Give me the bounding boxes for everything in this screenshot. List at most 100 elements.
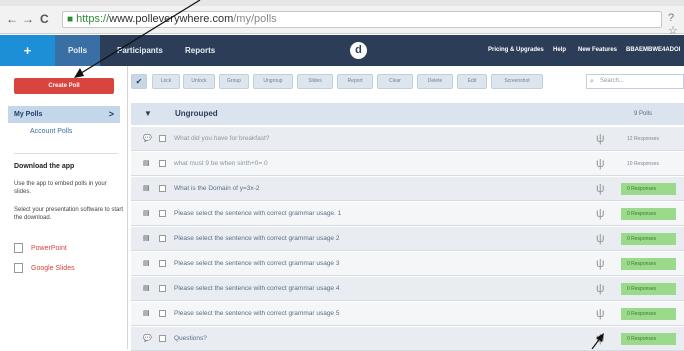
poll-row[interactable]: ▤ What is the Domain of y=3x-2 ψ 0 Response…: [131, 177, 684, 201]
delete-button[interactable]: Delete: [417, 74, 453, 89]
list-icon: ▤: [143, 160, 150, 167]
nav-tab-reports[interactable]: Reports: [185, 35, 215, 66]
nav-new-features-link[interactable]: New Features: [578, 35, 617, 66]
report-button[interactable]: Report: [337, 74, 373, 89]
forward-icon[interactable]: →: [22, 13, 34, 25]
lock-icon: ■: [67, 14, 74, 25]
nav-account-menu[interactable]: BBAEMBWE4ADOI: [626, 35, 680, 66]
row-checkbox[interactable]: [159, 135, 166, 142]
url-host: www.polleverywhere.com: [109, 13, 234, 25]
poll-title[interactable]: Please select the sentence with correct …: [174, 277, 339, 301]
group-header-ungrouped[interactable]: ▼ Ungrouped 9 Polls: [131, 103, 684, 125]
ungroup-button[interactable]: Ungroup: [253, 74, 293, 89]
poll-row[interactable]: 💬 What did you have for breakfast? ψ 12 Res…: [131, 127, 684, 151]
fork-icon[interactable]: ψ: [596, 181, 605, 195]
fork-icon[interactable]: ψ: [596, 281, 605, 295]
search-input[interactable]: ⌕ Search...: [586, 74, 684, 89]
logo-icon[interactable]: d: [350, 42, 367, 59]
fork-icon[interactable]: ψ: [596, 206, 605, 220]
reload-icon[interactable]: C: [40, 13, 49, 25]
row-checkbox[interactable]: [159, 160, 166, 167]
row-checkbox[interactable]: [159, 285, 166, 292]
google-slides-link[interactable]: Google Slides: [14, 263, 75, 273]
nav-tab-participants[interactable]: Participants: [117, 35, 163, 66]
nav-tab-polls[interactable]: Polls: [55, 35, 100, 66]
back-icon[interactable]: ←: [6, 13, 18, 25]
fork-icon[interactable]: ψ: [596, 306, 605, 320]
poll-title[interactable]: What did you have for breakfast?: [174, 127, 269, 151]
nav-help-link[interactable]: Help: [553, 35, 566, 66]
clear-button[interactable]: Clear: [377, 74, 413, 89]
nav-pricing-link[interactable]: Pricing & Upgrades: [488, 35, 544, 66]
download-description: Use the app to embed polls in your slide…: [14, 181, 107, 195]
browser-end-icons[interactable]: ? ☆: [668, 12, 684, 37]
google-slides-icon: [14, 263, 23, 273]
screenshot-button[interactable]: Screenshot: [491, 74, 543, 89]
poll-row[interactable]: ▤ Please select the sentence with correct…: [131, 202, 684, 226]
response-count-badge: 0 Responses: [621, 283, 676, 295]
response-count-badge: 0 Responses: [621, 183, 676, 195]
row-checkbox[interactable]: [159, 210, 166, 217]
fork-icon[interactable]: ψ: [596, 131, 605, 145]
group-button[interactable]: Group: [219, 74, 249, 89]
browser-tabstrip: [0, 0, 684, 6]
url-scheme: https://: [76, 13, 110, 25]
fork-icon[interactable]: ψ: [596, 156, 605, 170]
fork-icon[interactable]: ψ: [596, 331, 605, 345]
group-poll-count: 9 Polls: [634, 111, 653, 117]
list-icon: ▤: [143, 235, 150, 242]
address-bar[interactable]: ■ https://www.polleverywhere.com/my/poll…: [62, 11, 662, 28]
unlock-button[interactable]: Unlock: [183, 74, 215, 89]
list-icon: ▤: [143, 285, 150, 292]
poll-title[interactable]: Please select the sentence with correct …: [174, 227, 339, 251]
poll-title[interactable]: What is the Domain of y=3x-2: [174, 177, 259, 201]
speech-bubble-icon: 💬: [143, 335, 152, 342]
search-icon: ⌕: [590, 78, 594, 85]
lock-button[interactable]: Lock: [152, 74, 180, 89]
list-icon: ▤: [143, 260, 150, 267]
response-count-badge: 0 Responses: [621, 258, 676, 270]
list-icon: ▤: [143, 310, 150, 317]
row-checkbox[interactable]: [159, 335, 166, 342]
fork-icon[interactable]: ψ: [596, 231, 605, 245]
sidebar-item-my-polls[interactable]: My Polls >: [8, 106, 120, 123]
poll-row[interactable]: ▤ Please select the sentence with correct…: [131, 227, 684, 251]
browser-toolbar: ← → C ■ https://www.polleverywhere.com/m…: [0, 0, 684, 37]
list-icon: ▤: [143, 210, 150, 217]
poll-row[interactable]: ▤ Please select the sentence with correct…: [131, 302, 684, 326]
slides-button[interactable]: Slides: [297, 74, 333, 89]
poll-row[interactable]: ▤ Please select the sentence with correct…: [131, 252, 684, 276]
poll-title[interactable]: Please select the sentence with correct …: [174, 202, 341, 226]
add-poll-button[interactable]: +: [0, 35, 55, 66]
response-count-badge: 10 Responses: [627, 161, 659, 167]
top-navigation: + Polls Participants Reports d Pricing &…: [0, 35, 684, 66]
sidebar-item-account-polls[interactable]: Account Polls: [30, 128, 72, 135]
collapse-triangle-icon[interactable]: ▼: [144, 109, 152, 118]
divider: [14, 153, 118, 154]
edit-button[interactable]: Edit: [457, 74, 487, 89]
row-checkbox[interactable]: [159, 185, 166, 192]
poll-title[interactable]: Please select the sentence with correct …: [174, 252, 339, 276]
response-count-badge: 0 Responses: [621, 308, 676, 320]
poll-row[interactable]: ▤ what must 9 be when sinth+0= 0 ψ 10 Respo…: [131, 152, 684, 176]
row-checkbox[interactable]: [159, 235, 166, 242]
response-count-badge: 0 Responses: [621, 333, 676, 345]
row-checkbox[interactable]: [159, 260, 166, 267]
response-count-badge: 0 Responses: [621, 208, 676, 220]
poll-title[interactable]: what must 9 be when sinth+0= 0: [174, 152, 268, 176]
url-path: /my/polls: [233, 13, 277, 25]
poll-row[interactable]: ▤ Please select the sentence with correct…: [131, 277, 684, 301]
select-all-checkbox[interactable]: ✔: [131, 74, 147, 89]
poll-row[interactable]: 💬 Questions? ψ 0 Responses: [131, 327, 684, 351]
create-poll-button[interactable]: Create Poll: [14, 78, 114, 94]
response-count-badge: 12 Responses: [627, 136, 659, 142]
row-checkbox[interactable]: [159, 310, 166, 317]
speech-bubble-icon: 💬: [143, 135, 152, 142]
poll-title[interactable]: Questions?: [174, 327, 207, 351]
fork-icon[interactable]: ψ: [596, 256, 605, 270]
sidebar: Create Poll My Polls > Account Polls Dow…: [0, 66, 128, 349]
select-software-text: Select your presentation software to sta…: [14, 207, 124, 221]
powerpoint-link[interactable]: PowerPoint: [14, 243, 67, 253]
poll-title[interactable]: Please select the sentence with correct …: [174, 302, 339, 326]
search-placeholder: Search...: [600, 78, 625, 84]
